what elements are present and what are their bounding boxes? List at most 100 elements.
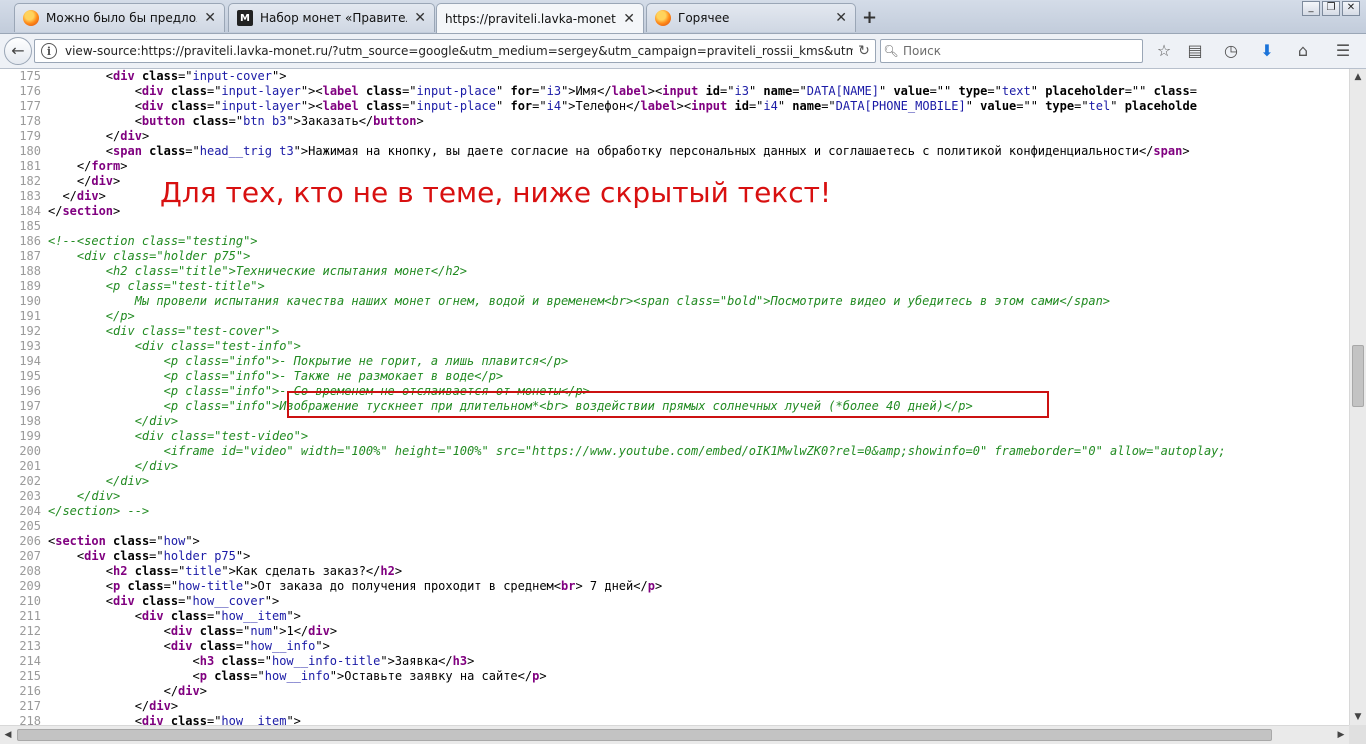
line-code: <button class="btn b3">Заказать</button> bbox=[48, 114, 424, 129]
code-token: class bbox=[170, 99, 207, 113]
info-icon[interactable]: i bbox=[41, 43, 57, 59]
code-token: > bbox=[654, 579, 663, 593]
code-token: > bbox=[113, 204, 121, 218]
code-token: " bbox=[748, 84, 764, 98]
code-token: </div> bbox=[48, 414, 179, 428]
line-code: <div class="test-info"> bbox=[48, 339, 301, 354]
code-token: div bbox=[170, 624, 193, 638]
code-token: < bbox=[48, 564, 114, 578]
reload-icon[interactable]: ↻ bbox=[853, 43, 875, 59]
close-icon[interactable]: ✕ bbox=[835, 10, 847, 26]
line-number: 175 bbox=[19, 69, 41, 83]
bookmark-star-icon[interactable]: ☆ bbox=[1153, 41, 1175, 61]
minimize-icon[interactable]: _ bbox=[1302, 1, 1320, 16]
line-number: 177 bbox=[19, 99, 41, 113]
line-code: </div> bbox=[48, 489, 120, 504]
code-token: input-cover bbox=[192, 69, 273, 83]
vertical-scroll-thumb[interactable] bbox=[1352, 345, 1364, 407]
history-clock-icon[interactable]: ◷ bbox=[1220, 41, 1242, 61]
code-token: </section> --> bbox=[48, 504, 150, 518]
close-icon[interactable]: ✕ bbox=[623, 11, 635, 27]
scroll-right-arrow-icon[interactable]: ▶ bbox=[1333, 727, 1349, 743]
code-token: value bbox=[893, 84, 930, 98]
code-token: < bbox=[48, 609, 142, 623]
code-token: >< bbox=[647, 84, 663, 98]
code-token: > bbox=[98, 189, 106, 203]
back-arrow-icon[interactable]: ← bbox=[4, 37, 32, 65]
menu-icon[interactable]: ☰ bbox=[1332, 41, 1354, 61]
search-bar[interactable]: 🔍︎ bbox=[880, 39, 1143, 63]
tab-4[interactable]: Горячее ✕ bbox=[646, 3, 856, 32]
code-token: h2 bbox=[380, 564, 395, 578]
code-token: placeholder bbox=[1045, 84, 1125, 98]
url-text[interactable]: view-source:https://praviteli.lavka-mone… bbox=[65, 44, 853, 58]
code-token: =" bbox=[163, 579, 179, 593]
line-code: </div> bbox=[48, 174, 120, 189]
code-token: > bbox=[199, 684, 207, 698]
code-token: < bbox=[48, 669, 200, 683]
code-token: ">От заказа до получения проходит в сред… bbox=[243, 579, 561, 593]
line-code: <div class="num">1</div> bbox=[48, 624, 337, 639]
code-token: " bbox=[777, 99, 793, 113]
code-token: <p class="info">- Покрытие не горит, а л… bbox=[48, 354, 569, 368]
window-close-icon[interactable]: ✕ bbox=[1342, 1, 1360, 16]
close-icon[interactable]: ✕ bbox=[204, 10, 216, 26]
scroll-up-arrow-icon[interactable]: ▲ bbox=[1350, 69, 1366, 85]
reading-list-icon[interactable]: ▤ bbox=[1184, 41, 1206, 61]
code-token: > bbox=[170, 699, 179, 713]
code-token: button bbox=[373, 114, 417, 128]
horizontal-scroll-thumb[interactable] bbox=[17, 729, 1272, 741]
line-code: <p class="how__info">Оставьте заявку на … bbox=[48, 669, 546, 684]
code-token: ">Оставьте заявку на сайте</ bbox=[329, 669, 533, 683]
line-number: 209 bbox=[19, 579, 41, 593]
code-token: ="" bbox=[929, 84, 959, 98]
code-token: </ bbox=[48, 684, 179, 698]
scroll-down-arrow-icon[interactable]: ▼ bbox=[1350, 709, 1366, 725]
code-token: placeholde bbox=[1124, 99, 1197, 113]
code-token: id bbox=[705, 84, 721, 98]
new-tab-plus-icon[interactable]: + bbox=[862, 7, 877, 28]
line-code: <div class="input-layer"><label class="i… bbox=[48, 99, 1197, 114]
code-token: head__trig t3 bbox=[199, 144, 294, 158]
code-token: " bbox=[1030, 84, 1046, 98]
tab-1[interactable]: Можно было бы предложит... ✕ bbox=[14, 3, 225, 32]
url-bar[interactable]: i view-source:https://praviteli.lavka-mo… bbox=[34, 39, 876, 63]
tab-title: Горячее bbox=[678, 11, 730, 25]
code-token: < bbox=[48, 549, 85, 563]
tab-3-active[interactable]: https://praviteli.lavka-monet.ru/?... ✕ bbox=[436, 3, 644, 33]
code-token: > 7 дней</ bbox=[575, 579, 648, 593]
line-code: <div class="test-cover"> bbox=[48, 324, 279, 339]
maximize-icon[interactable]: ❐ bbox=[1322, 1, 1340, 16]
search-input[interactable] bbox=[901, 43, 1135, 59]
tab-title: Можно было бы предложит... bbox=[46, 11, 197, 25]
close-icon[interactable]: ✕ bbox=[414, 10, 426, 26]
line-code: <div class="holder p75"> bbox=[48, 249, 250, 264]
code-token: ">< bbox=[300, 99, 323, 113]
tab-2[interactable]: M Набор монет «Правители Ро... ✕ bbox=[228, 3, 435, 32]
line-number: 199 bbox=[19, 429, 41, 443]
code-token: < bbox=[48, 99, 142, 113]
home-icon[interactable]: ⌂ bbox=[1292, 41, 1314, 61]
horizontal-scrollbar[interactable]: ◀ ▶ bbox=[0, 725, 1349, 744]
code-token: <h2 class="title">Технические испытания … bbox=[48, 264, 468, 278]
code-token: input bbox=[662, 84, 699, 98]
code-token: "> bbox=[286, 714, 301, 725]
line-number: 185 bbox=[19, 219, 41, 233]
download-arrow-icon[interactable]: ⬇ bbox=[1256, 41, 1278, 61]
vertical-scrollbar[interactable]: ▲ ▼ bbox=[1349, 69, 1366, 725]
code-token: > bbox=[113, 174, 121, 188]
code-token: =" bbox=[748, 99, 764, 113]
code-token: num bbox=[250, 624, 273, 638]
code-token: div bbox=[76, 189, 99, 203]
code-token: label bbox=[322, 99, 359, 113]
code-token: i3 bbox=[546, 84, 562, 98]
code-token: =" bbox=[178, 69, 193, 83]
scroll-left-arrow-icon[interactable]: ◀ bbox=[0, 727, 16, 743]
code-token: " bbox=[496, 84, 511, 98]
line-code: <div class="holder p75"> bbox=[48, 549, 250, 564]
code-token: < bbox=[48, 714, 142, 725]
